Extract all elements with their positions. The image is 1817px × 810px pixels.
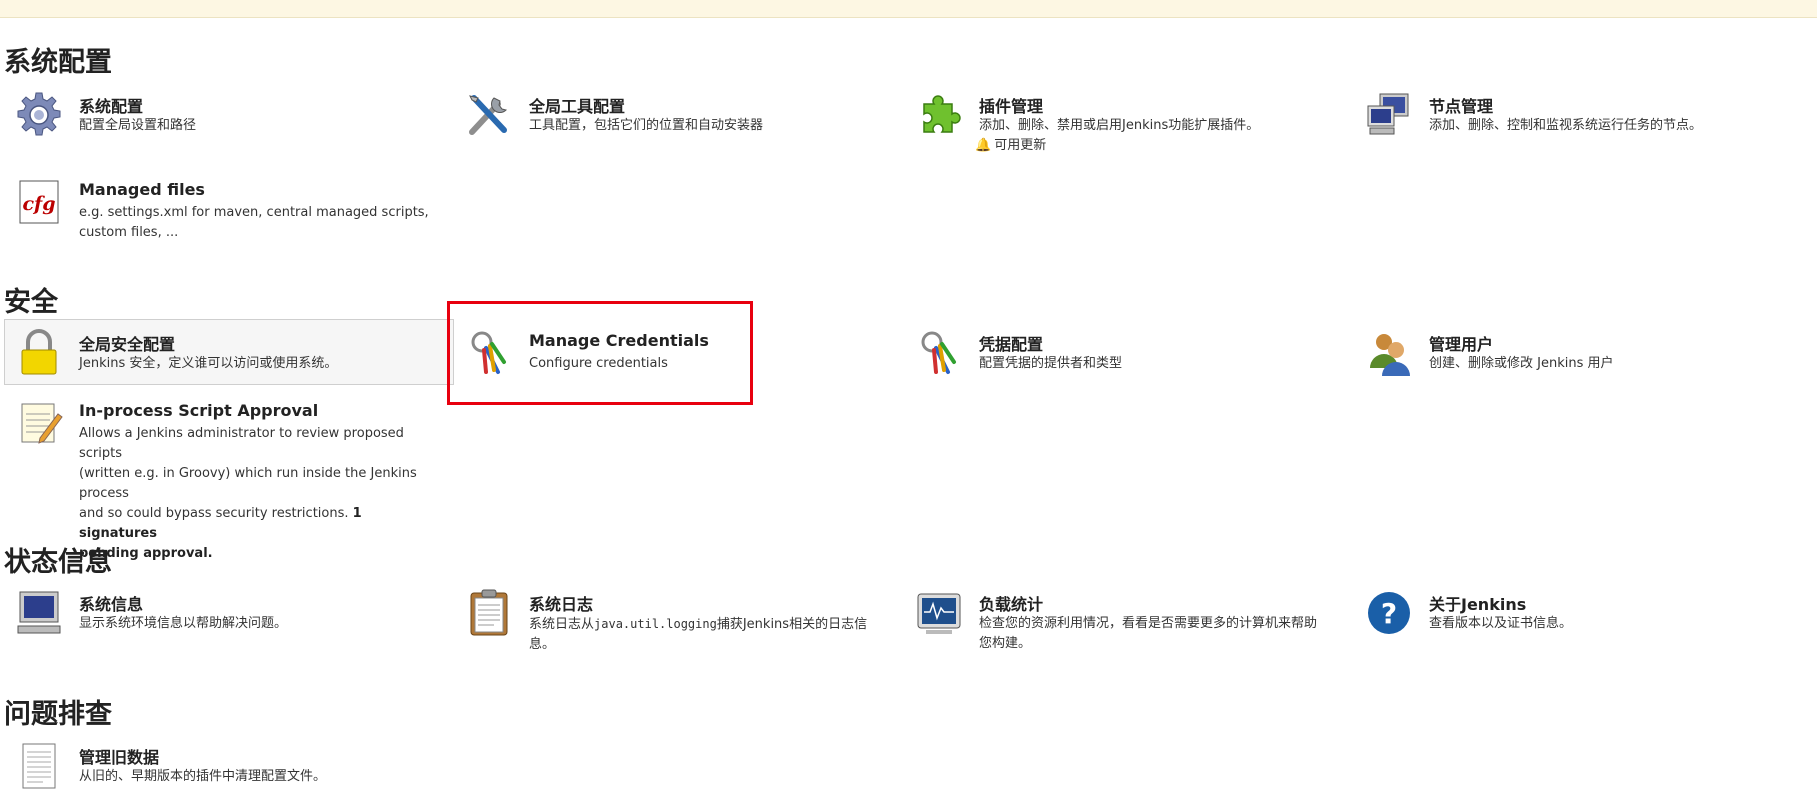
help-icon: ? bbox=[1364, 588, 1414, 638]
updates-available-link[interactable]: 🔔 可用更新 bbox=[975, 134, 1046, 153]
item-description: 查看版本以及证书信息。 bbox=[1429, 616, 1573, 631]
item-title: Managed files bbox=[79, 180, 205, 199]
item-description: Allows a Jenkins administrator to review… bbox=[79, 424, 444, 564]
section-title-security: 安全 bbox=[4, 287, 58, 318]
item-title: 系统配置 bbox=[79, 97, 144, 116]
item-title: 负载统计 bbox=[979, 595, 1044, 614]
desc-line: e.g. settings.xml for maven, central man… bbox=[79, 205, 429, 220]
section-title-troubleshooting: 问题排查 bbox=[4, 699, 112, 730]
monitor-graph-icon bbox=[914, 588, 964, 638]
notepad-pencil-icon bbox=[14, 398, 64, 448]
section-title-system-config: 系统配置 bbox=[4, 47, 112, 78]
item-description: 系统日志从java.util.logging捕获Jenkins相关的日志信 息。 bbox=[529, 614, 867, 655]
item-title: 凭据配置 bbox=[979, 335, 1044, 354]
desc-line: and so could bypass security restriction… bbox=[79, 506, 349, 521]
bell-icon: 🔔 bbox=[975, 138, 992, 153]
svg-text:cfg: cfg bbox=[22, 193, 55, 215]
item-description: 检查您的资源利用情况，看看是否需要更多的计算机来帮助 您构建。 bbox=[979, 614, 1317, 654]
desc-line: (written e.g. in Groovy) which run insid… bbox=[79, 466, 417, 501]
updates-available-label: 可用更新 bbox=[994, 138, 1047, 153]
item-description: 工具配置，包括它们的位置和自动安装器 bbox=[529, 118, 764, 133]
item-title: 全局工具配置 bbox=[529, 97, 626, 116]
tools-icon bbox=[464, 90, 514, 140]
item-title: 关于Jenkins bbox=[1429, 595, 1527, 614]
item-title: 插件管理 bbox=[979, 97, 1044, 116]
item-title: 管理用户 bbox=[1429, 335, 1494, 354]
highlight-box bbox=[447, 301, 753, 405]
desc-line: custom files, ... bbox=[79, 225, 179, 240]
item-title: 系统信息 bbox=[79, 595, 144, 614]
gear-icon bbox=[14, 90, 64, 140]
item-description: 添加、删除、控制和监视系统运行任务的节点。 bbox=[1429, 118, 1703, 133]
cfg-file-icon: cfg bbox=[14, 177, 64, 227]
padlock-icon bbox=[14, 328, 64, 378]
desc-code: java.util.logging bbox=[594, 617, 717, 631]
item-title: 全局安全配置 bbox=[79, 335, 176, 354]
item-description: 配置凭据的提供者和类型 bbox=[979, 356, 1123, 371]
item-description: 从旧的、早期版本的插件中清理配置文件。 bbox=[79, 769, 327, 784]
desc-text: 息。 bbox=[529, 637, 556, 652]
computer-icon bbox=[14, 588, 64, 638]
item-title: 系统日志 bbox=[529, 595, 594, 614]
item-description: 显示系统环境信息以帮助解决问题。 bbox=[79, 616, 288, 631]
desc-text: 系统日志从 bbox=[529, 617, 595, 632]
section-title-status-info: 状态信息 bbox=[4, 547, 112, 578]
desc-line: 检查您的资源利用情况，看看是否需要更多的计算机来帮助 bbox=[979, 616, 1318, 631]
item-title: 节点管理 bbox=[1429, 97, 1494, 116]
document-icon bbox=[14, 741, 64, 791]
item-title: In-process Script Approval bbox=[79, 401, 319, 420]
notification-banner bbox=[0, 0, 1817, 18]
hover-highlight bbox=[4, 319, 454, 385]
svg-text:?: ? bbox=[1381, 597, 1397, 630]
keys-icon bbox=[914, 328, 964, 378]
item-description: 添加、删除、禁用或启用Jenkins功能扩展插件。 bbox=[979, 118, 1260, 133]
desc-text: 捕获Jenkins相关的日志信 bbox=[716, 617, 868, 632]
clipboard-icon bbox=[464, 588, 514, 638]
desc-line: Allows a Jenkins administrator to review… bbox=[79, 426, 404, 461]
item-title: 管理旧数据 bbox=[79, 748, 160, 767]
item-description: 配置全局设置和路径 bbox=[79, 118, 197, 133]
users-icon bbox=[1364, 328, 1414, 378]
item-description: e.g. settings.xml for maven, central man… bbox=[79, 203, 429, 243]
computer-network-icon bbox=[1364, 90, 1414, 140]
item-description: 创建、删除或修改 Jenkins 用户 bbox=[1429, 356, 1614, 371]
item-description: Jenkins 安全，定义谁可以访问或使用系统。 bbox=[79, 356, 338, 371]
puzzle-icon bbox=[914, 90, 964, 140]
desc-line: 您构建。 bbox=[979, 636, 1032, 651]
